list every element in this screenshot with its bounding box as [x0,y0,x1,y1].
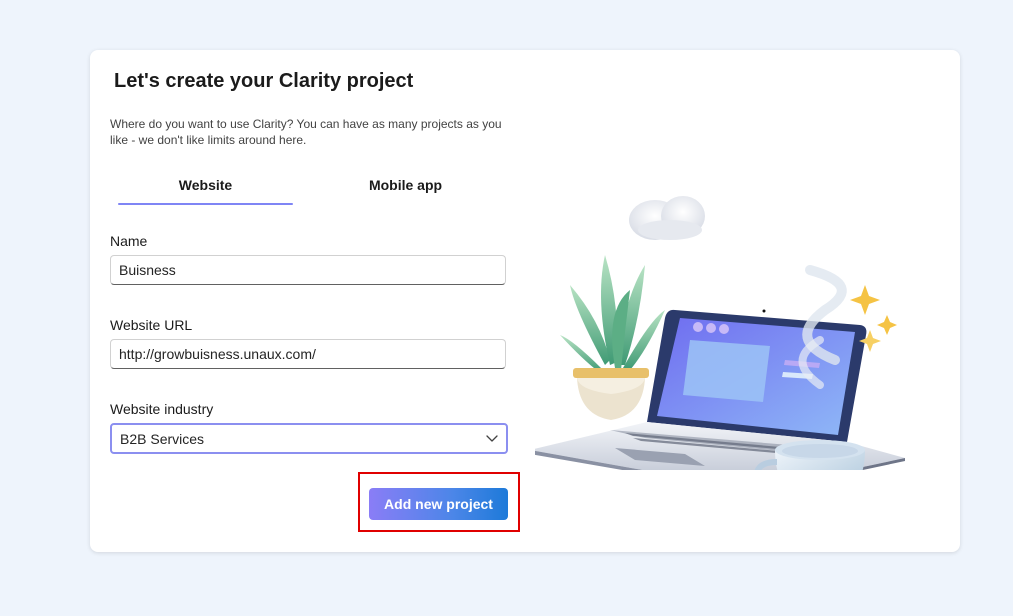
tab-website[interactable]: Website [118,170,293,206]
page-title: Let's create your Clarity project [114,70,414,92]
project-type-tabs: Website Mobile app [118,170,488,208]
name-input[interactable] [110,255,506,285]
website-industry-select[interactable]: B2B Services [110,423,508,454]
website-industry-value: B2B Services [120,431,205,447]
active-tab-indicator [118,203,293,205]
page-subtitle: Where do you want to use Clarity? You ca… [110,117,502,147]
tab-website-label: Website [178,177,233,193]
name-label: Name [110,233,148,249]
chevron-down-icon [486,435,498,442]
create-project-card: Let's create your Clarity project Where … [90,50,960,552]
website-industry-label: Website industry [110,401,214,417]
laptop-plant-coffee-illustration [535,196,905,470]
add-new-project-button[interactable]: Add new project [369,488,508,520]
tab-mobile-app-label: Mobile app [368,177,443,193]
tab-mobile-app[interactable]: Mobile app [318,170,493,206]
website-url-input[interactable] [110,339,506,369]
website-url-label: Website URL [110,317,193,333]
